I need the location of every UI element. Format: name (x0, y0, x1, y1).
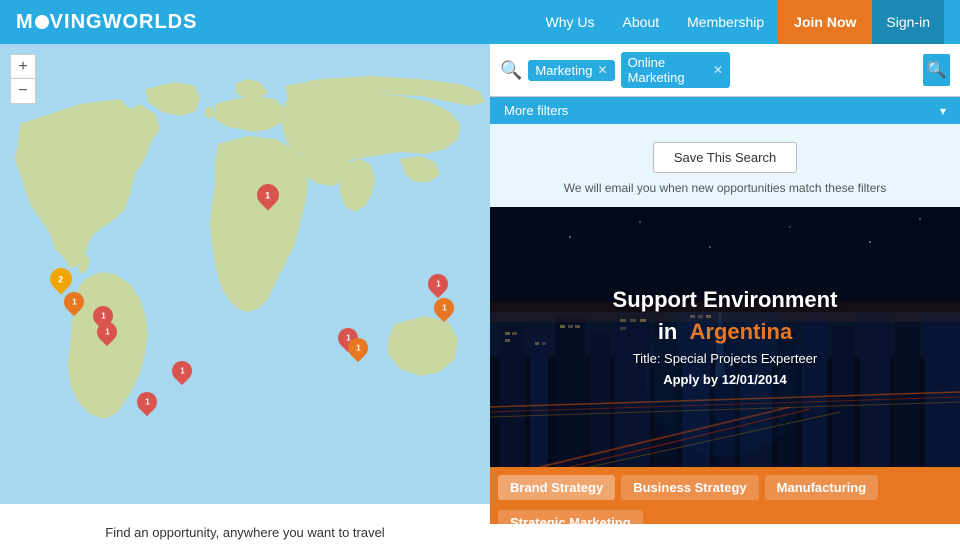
search-section: 🔍 Marketing ✕ Online Marketing ✕ 🔍 More … (490, 44, 960, 524)
logo: MVINGWORLDS (16, 11, 197, 34)
nav-about[interactable]: About (609, 0, 674, 44)
save-search-area: Save This Search We will email you when … (490, 124, 960, 207)
card-country: Argentina (690, 319, 793, 344)
pin-central-america[interactable]: 1 (64, 292, 84, 312)
zoom-controls: + − (10, 54, 36, 104)
zoom-in-button[interactable]: + (11, 55, 35, 79)
search-bar: 🔍 Marketing ✕ Online Marketing ✕ 🔍 (490, 44, 960, 97)
map-container: + − (0, 44, 490, 504)
card-overlay: Support Environment in Argentina Title: … (490, 207, 960, 467)
search-icon: 🔍 (500, 60, 522, 81)
more-filters-bar[interactable]: More filters ▾ (490, 97, 960, 124)
tag-marketing-close[interactable]: ✕ (598, 63, 608, 77)
zoom-out-button[interactable]: − (11, 79, 35, 103)
save-search-button[interactable]: Save This Search (653, 142, 797, 173)
pin-sa-2[interactable]: 1 (97, 322, 117, 342)
skill-tag-manufacturing[interactable]: Manufacturing (765, 475, 879, 500)
skill-tag-strategic-marketing[interactable]: Strategic Marketing (498, 510, 643, 524)
header: MVINGWORLDS Why Us About Membership Join… (0, 0, 960, 44)
tag-marketing: Marketing ✕ (528, 60, 614, 81)
tag-online-marketing-close[interactable]: ✕ (713, 63, 723, 77)
pin-se-asia[interactable]: 1 (434, 298, 454, 318)
nav-why-us[interactable]: Why Us (532, 0, 609, 44)
opportunity-card[interactable]: Support Environment in Argentina Title: … (490, 207, 960, 467)
pin-brazil[interactable]: 1 (172, 361, 192, 381)
card-location: in Argentina (658, 319, 792, 345)
search-input[interactable] (736, 62, 917, 78)
nav-membership[interactable]: Membership (673, 0, 778, 44)
more-filters-arrow: ▾ (940, 104, 946, 118)
pin-europe[interactable]: 1 (257, 184, 279, 206)
pin-india[interactable]: 1 (428, 274, 448, 294)
skill-tag-brand-strategy[interactable]: Brand Strategy (498, 475, 615, 500)
pins-overlay: 1 2 1 1 (0, 44, 490, 504)
main-layout: + − (0, 44, 960, 524)
skills-tags-bar: Brand Strategy Business Strategy Manufac… (490, 467, 960, 524)
nav: Why Us About Membership Join Now Sign-in (532, 0, 944, 44)
pin-africa-2[interactable]: 1 (348, 338, 368, 358)
map-caption: Find an opportunity, anywhere you want t… (0, 504, 490, 548)
nav-sign-in[interactable]: Sign-in (872, 0, 944, 44)
card-background: Support Environment in Argentina Title: … (490, 207, 960, 467)
card-subtitle: Title: Special Projects Experteer (633, 351, 817, 366)
tag-online-marketing: Online Marketing ✕ (621, 52, 730, 88)
nav-join-now[interactable]: Join Now (778, 0, 872, 44)
save-search-description: We will email you when new opportunities… (564, 181, 887, 195)
map-section: + − (0, 44, 490, 524)
card-title: Support Environment (613, 287, 838, 313)
card-deadline: Apply by 12/01/2014 (663, 372, 787, 387)
search-go-button[interactable]: 🔍 (923, 54, 950, 86)
pin-argentina[interactable]: 1 (137, 392, 157, 412)
pin-mexico[interactable]: 2 (50, 268, 72, 290)
skill-tag-business-strategy[interactable]: Business Strategy (621, 475, 758, 500)
